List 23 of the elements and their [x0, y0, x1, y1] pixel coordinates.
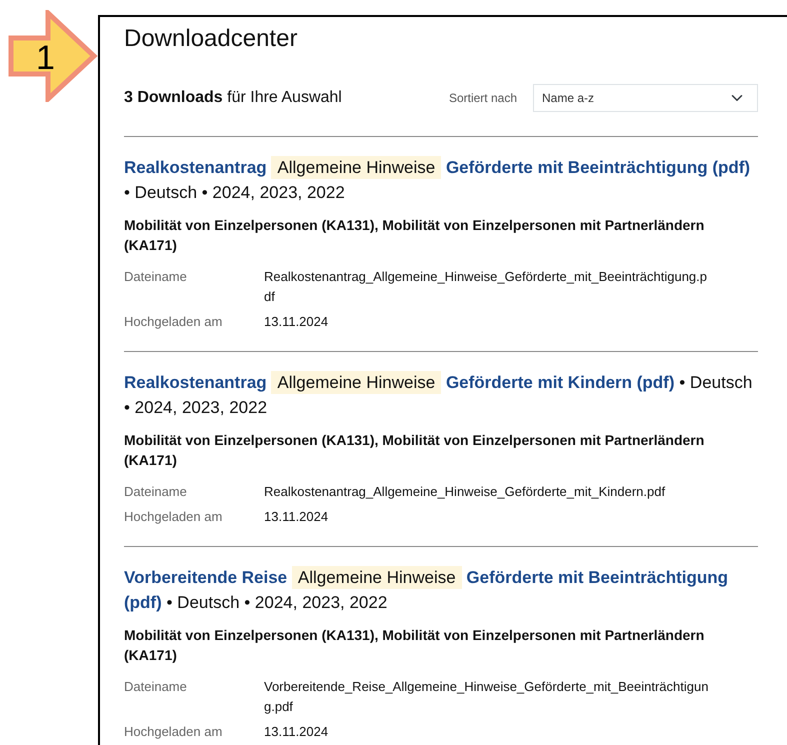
program-text: Mobilität von Einzelpersonen (KA131), Mobilität von Einzelpersonen mit Partnerländern (KA171): [124, 216, 706, 255]
field-value: Vorbereitende_Reise_Allgemeine_Hinweise_Geförderte_mit_Beeinträchtigung.pdf: [264, 678, 709, 716]
field-value: 13.11.2024: [264, 722, 330, 741]
download-title[interactable]: Realkostenantrag Allgemeine Hinweise Geförderte mit Beeinträchtigung (pdf) • Deutsch • 2024, 2023, 2022: [124, 154, 758, 205]
program-text: Mobilität von Einzelpersonen (KA131), Mobilität von Einzelpersonen mit Partnerländern (KA171): [124, 430, 706, 470]
results-count: 3 Downloads für Ihre Auswahl: [124, 88, 342, 108]
field-label: Hochgeladen am: [124, 312, 224, 331]
page-title: Downloadcenter: [124, 25, 298, 54]
download-title[interactable]: Realkostenantrag Allgemeine Hinweise Geförderte mit Kindern (pdf) • Deutsch • 2024, 2023, 2022: [124, 370, 758, 420]
callout-number: 1: [36, 38, 55, 78]
field-value: Realkostenantrag_Allgemeine_Hinweise_Geförderte_mit_Beeinträchtigung.pdf: [264, 268, 708, 306]
program-text: Mobilität von Einzelpersonen (KA131), Mobilität von Einzelpersonen mit Partnerländern (KA171): [124, 626, 706, 665]
field-label: Dateiname: [124, 678, 188, 696]
field-value: Realkostenantrag_Allgemeine_Hinweise_Geförderte_mit_Kindern.pdf: [264, 482, 666, 501]
sort-dropdown[interactable]: Name a-z: [533, 84, 758, 112]
field-value: 13.11.2024: [264, 312, 330, 331]
field-label: Dateiname: [124, 268, 188, 286]
field-label: Hochgeladen am: [124, 508, 224, 526]
field-label: Hochgeladen am: [124, 722, 224, 741]
field-label: Dateiname: [124, 482, 188, 501]
field-value: 13.11.2024: [264, 508, 330, 526]
download-title[interactable]: Vorbereitende Reise Allgemeine Hinweise Geförderte mit Beeinträchtigung (pdf) • Deutsch • 2024, 2023, 2022: [124, 564, 758, 615]
sort-label: Sortiert nach: [448, 90, 517, 107]
